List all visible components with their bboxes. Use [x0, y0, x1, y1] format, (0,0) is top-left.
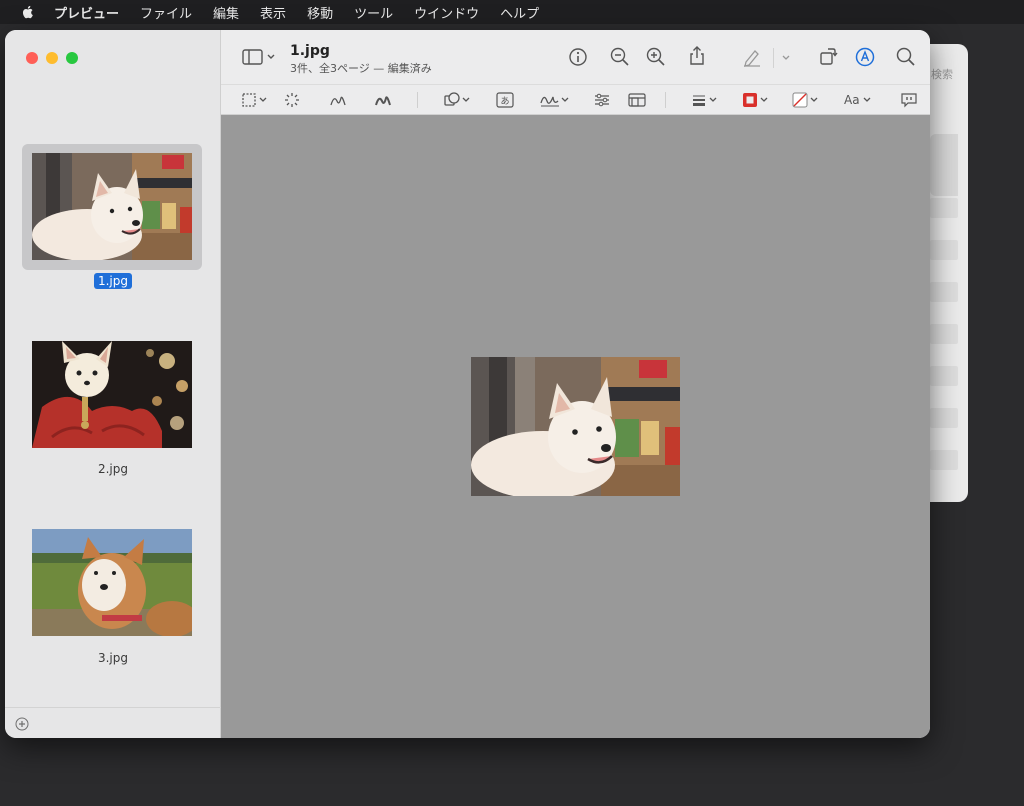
- rotate-icon[interactable]: [817, 45, 839, 67]
- zoom-button[interactable]: [66, 52, 78, 64]
- background-list-row: [930, 324, 958, 344]
- thumbnail-label-text: 3.jpg: [97, 651, 129, 665]
- background-list-row: [930, 198, 958, 218]
- sidebar-toggle-icon[interactable]: [241, 46, 279, 68]
- background-search-label[interactable]: 検索: [931, 66, 953, 82]
- zoom-in-icon[interactable]: [645, 46, 667, 68]
- minimize-button[interactable]: [46, 52, 58, 64]
- menu-help[interactable]: ヘルプ: [500, 3, 539, 22]
- document-canvas[interactable]: [221, 115, 930, 738]
- thumbnail-label-3[interactable]: 3.jpg: [5, 651, 221, 665]
- sidebar-footer-divider: [5, 707, 221, 708]
- draw-tool-icon[interactable]: [374, 91, 392, 109]
- close-button[interactable]: [26, 52, 38, 64]
- document-title: 1.jpg: [290, 43, 330, 59]
- menu-preview[interactable]: プレビュー: [54, 3, 119, 22]
- toolbar-separator: [665, 92, 666, 108]
- highlight-pen-icon[interactable]: [741, 46, 763, 68]
- add-page-icon[interactable]: [15, 716, 29, 731]
- dog-photo-1-image: [32, 153, 192, 260]
- text-style-button[interactable]: Aa: [844, 91, 876, 109]
- text-tool-glyph: あ: [500, 96, 509, 107]
- thumbnail-sidebar: 1.jpg 2.jpg 3.jpg: [5, 30, 221, 738]
- thumbnail-label-2[interactable]: 2.jpg: [5, 462, 221, 476]
- preview-window: 1.jpg 2.jpg 3.jpg 1.jpg 3件、全3ページ — 編集済み …: [5, 30, 930, 738]
- main-dog-photo-image[interactable]: [471, 357, 680, 496]
- menu-view[interactable]: 表示: [260, 3, 286, 22]
- info-icon[interactable]: [567, 46, 589, 68]
- menu-tools[interactable]: ツール: [354, 3, 393, 22]
- annotate-description-icon[interactable]: [900, 91, 918, 109]
- search-icon[interactable]: [895, 46, 917, 68]
- dog-photo-2-image: [32, 341, 192, 448]
- background-list-row: [930, 134, 958, 196]
- menu-go[interactable]: 移動: [307, 3, 333, 22]
- text-style-label: Aa: [844, 93, 860, 107]
- share-icon[interactable]: [686, 45, 708, 67]
- highlight-menu-chevron-icon[interactable]: [779, 46, 793, 68]
- apple-icon[interactable]: [20, 4, 36, 20]
- zoom-out-icon[interactable]: [609, 46, 631, 68]
- markup-icon[interactable]: [854, 46, 876, 68]
- menu-edit[interactable]: 編集: [213, 3, 239, 22]
- line-style-icon[interactable]: [691, 91, 723, 109]
- fill-color-icon[interactable]: [791, 91, 823, 109]
- chevron-down-icon: [863, 97, 871, 102]
- document-subtitle: 3件、全3ページ — 編集済み: [290, 62, 432, 75]
- thumbnail-label-text: 2.jpg: [97, 462, 129, 476]
- background-list-row: [930, 408, 958, 428]
- selection-tool-icon[interactable]: [241, 91, 273, 109]
- background-list-row: [930, 450, 958, 470]
- shapes-tool-icon[interactable]: [443, 91, 475, 109]
- border-color-icon[interactable]: [741, 91, 773, 109]
- thumbnail-2[interactable]: [22, 332, 202, 458]
- background-list-row: [930, 240, 958, 260]
- instant-alpha-icon[interactable]: [283, 91, 301, 109]
- signature-tool-icon[interactable]: [539, 91, 573, 109]
- menu-file[interactable]: ファイル: [140, 3, 192, 22]
- menu-bar: プレビュー ファイル 編集 表示 移動 ツール ウインドウ ヘルプ: [0, 0, 1024, 24]
- text-tool-icon[interactable]: あ: [495, 91, 515, 109]
- sketch-tool-icon[interactable]: [329, 91, 347, 109]
- dog-photo-3-image: [32, 529, 192, 636]
- toolbar-divider: [221, 84, 930, 85]
- thumbnail-3[interactable]: [22, 520, 202, 646]
- toolbar-separator: [417, 92, 418, 108]
- adjust-size-icon[interactable]: [627, 91, 647, 109]
- thumbnail-label-text: 1.jpg: [93, 273, 133, 289]
- toolbar-separator: [773, 48, 774, 68]
- background-list-row: [930, 366, 958, 386]
- menu-window[interactable]: ウインドウ: [414, 3, 479, 22]
- toolbar: 1.jpg 3件、全3ページ — 編集済み あ Aa: [221, 30, 930, 115]
- adjust-color-icon[interactable]: [593, 91, 611, 109]
- thumbnail-1[interactable]: [22, 144, 202, 270]
- thumbnail-label-1[interactable]: 1.jpg: [5, 273, 221, 289]
- background-list-row: [930, 282, 958, 302]
